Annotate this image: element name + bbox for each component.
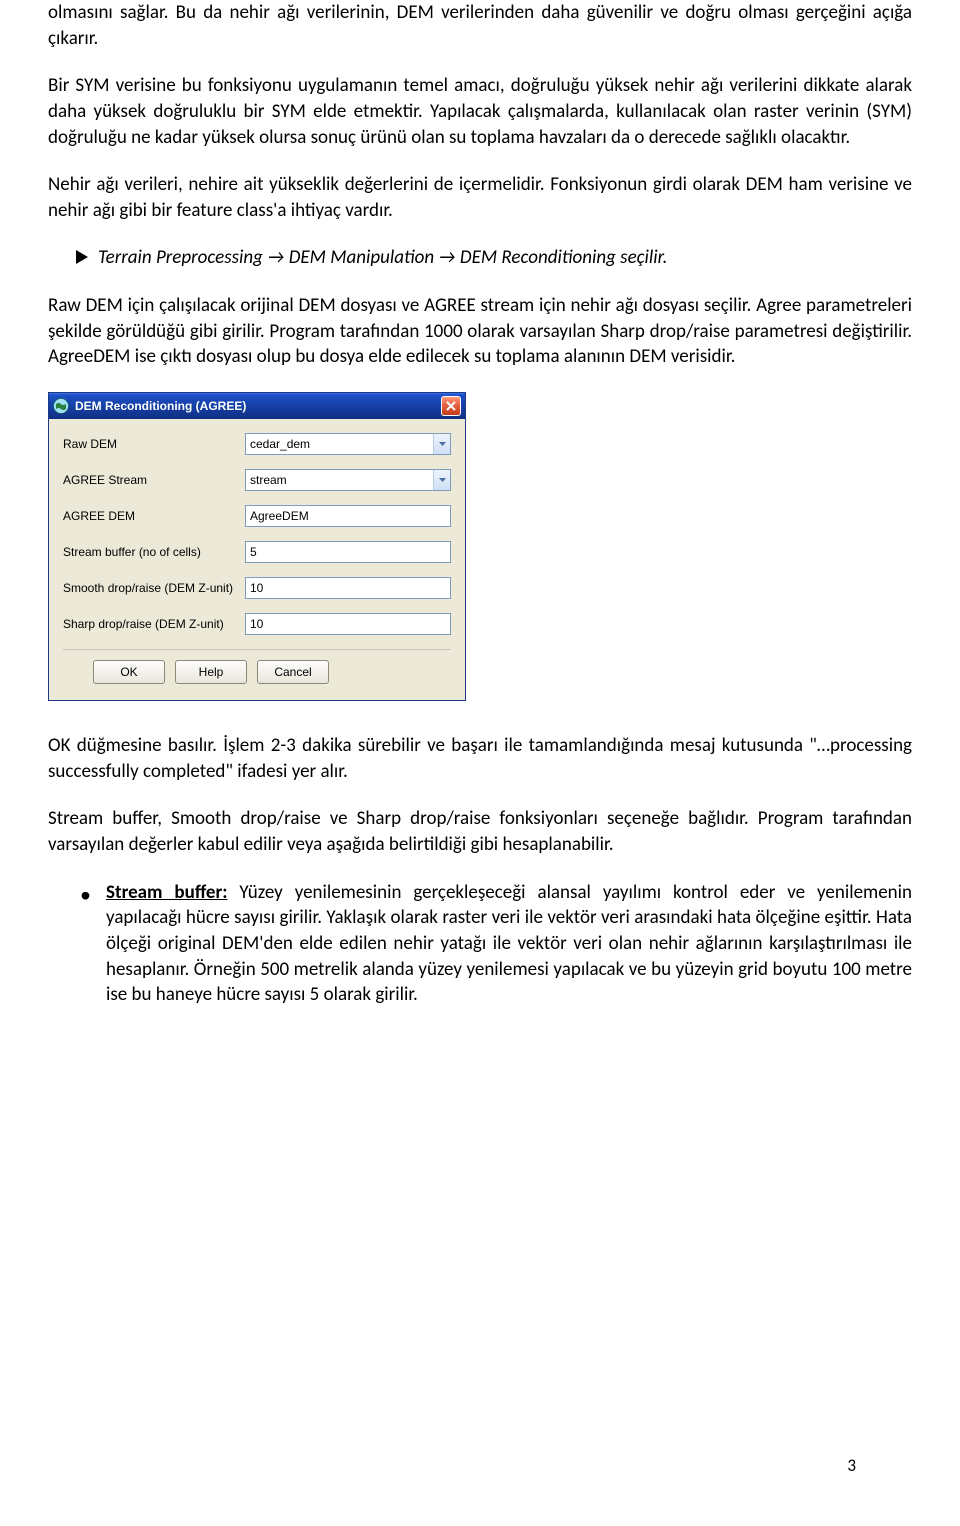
- input-agree-dem[interactable]: [245, 505, 451, 527]
- label-agree-stream: AGREE Stream: [63, 472, 245, 488]
- dropdown-agree-stream-value: stream: [250, 472, 433, 488]
- list-item: Stream buffer: Yüzey yenilemesinin gerçe…: [48, 880, 912, 1008]
- dialog-body: Raw DEM cedar_dem AGREE Stream stream AG…: [49, 419, 465, 700]
- chevron-down-icon: [433, 470, 450, 490]
- close-icon: [446, 401, 456, 411]
- dialog-button-bar: OK Help Cancel: [63, 649, 451, 688]
- chevron-down-icon: [433, 434, 450, 454]
- bullet-text: Yüzey yenilemesinin gerçekleşeceği alans…: [106, 881, 912, 1007]
- label-stream-buffer: Stream buffer (no of cells): [63, 544, 245, 560]
- paragraph-6: Stream buffer, Smooth drop/raise ve Shar…: [48, 806, 912, 857]
- label-sharp-drop: Sharp drop/raise (DEM Z-unit): [63, 616, 245, 632]
- row-agree-dem: AGREE DEM: [63, 505, 451, 527]
- label-agree-dem: AGREE DEM: [63, 508, 245, 524]
- paragraph-4: Raw DEM için çalışılacak orijinal DEM do…: [48, 293, 912, 370]
- dropdown-raw-dem[interactable]: cedar_dem: [245, 433, 451, 455]
- paragraph-5: OK düğmesine basılır. İşlem 2-3 dakika s…: [48, 733, 912, 784]
- close-button[interactable]: [441, 396, 461, 416]
- dialog-titlebar[interactable]: DEM Reconditioning (AGREE): [49, 393, 465, 419]
- row-sharp-drop: Sharp drop/raise (DEM Z-unit): [63, 613, 451, 635]
- page-number: 3: [847, 1455, 856, 1478]
- dropdown-agree-stream[interactable]: stream: [245, 469, 451, 491]
- input-stream-buffer[interactable]: [245, 541, 451, 563]
- row-smooth-drop: Smooth drop/raise (DEM Z-unit): [63, 577, 451, 599]
- label-raw-dem: Raw DEM: [63, 436, 245, 452]
- input-smooth-drop[interactable]: [245, 577, 451, 599]
- cancel-button[interactable]: Cancel: [257, 660, 329, 684]
- row-agree-stream: AGREE Stream stream: [63, 469, 451, 491]
- menu-path: Terrain Preprocessing → DEM Manipulation…: [48, 245, 912, 271]
- input-sharp-drop[interactable]: [245, 613, 451, 635]
- menu-path-text: Terrain Preprocessing → DEM Manipulation…: [98, 246, 667, 269]
- paragraph-2: Bir SYM verisine bu fonksiyonu uygulaman…: [48, 73, 912, 150]
- dialog-title: DEM Reconditioning (AGREE): [75, 398, 441, 414]
- help-button[interactable]: Help: [175, 660, 247, 684]
- row-stream-buffer: Stream buffer (no of cells): [63, 541, 451, 563]
- bullet-list: Stream buffer: Yüzey yenilemesinin gerçe…: [48, 880, 912, 1008]
- ok-button[interactable]: OK: [93, 660, 165, 684]
- dropdown-raw-dem-value: cedar_dem: [250, 436, 433, 452]
- app-icon: [53, 398, 69, 414]
- paragraph-1: olmasını sağlar. Bu da nehir ağı veriler…: [48, 0, 912, 51]
- label-smooth-drop: Smooth drop/raise (DEM Z-unit): [63, 580, 245, 596]
- right-arrow-icon: [76, 250, 88, 264]
- bullet-label: Stream buffer:: [106, 881, 227, 904]
- paragraph-3: Nehir ağı verileri, nehire ait yükseklik…: [48, 172, 912, 223]
- row-raw-dem: Raw DEM cedar_dem: [63, 433, 451, 455]
- dem-reconditioning-dialog: DEM Reconditioning (AGREE) Raw DEM cedar…: [48, 392, 466, 701]
